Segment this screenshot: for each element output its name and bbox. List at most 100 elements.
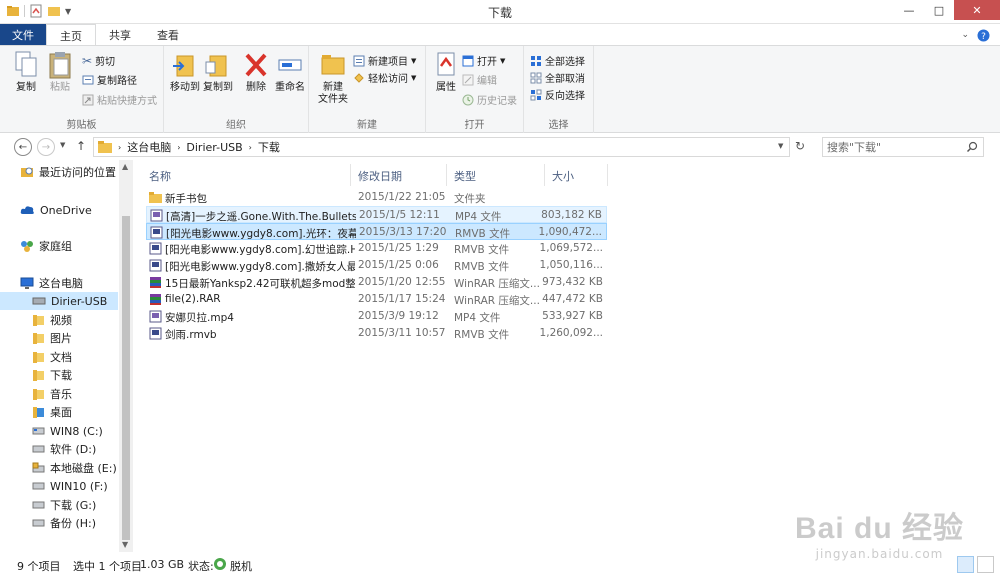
breadcrumb-separator-icon: › bbox=[177, 142, 181, 152]
file-row[interactable]: 15日最新Yanksp2.42可联机超多mod整... 2015/1/20 12… bbox=[146, 274, 607, 291]
edit-button[interactable]: 编辑 bbox=[462, 72, 497, 87]
nav-scrollbar-thumb[interactable] bbox=[122, 216, 130, 540]
properties-button[interactable]: 属性 bbox=[428, 50, 464, 94]
ribbon-help-area: ⌄ ? bbox=[961, 24, 1000, 46]
file-row[interactable]: [高清]一步之遥.Gone.With.The.Bullets.... 2015/… bbox=[146, 206, 607, 223]
breadcrumb-drive[interactable]: Dirier-USB bbox=[186, 141, 242, 154]
column-divider[interactable] bbox=[350, 164, 351, 186]
tab-view[interactable]: 查看 bbox=[144, 24, 192, 46]
file-row[interactable]: [阳光电影www.ygdy8.com].撒娇女人最... 2015/1/25 0… bbox=[146, 257, 607, 274]
file-type: RMVB 文件 bbox=[454, 244, 510, 256]
ribbon-tabs: 文件 主页 共享 查看 ⌄ ? bbox=[0, 24, 1000, 46]
history-button[interactable]: 历史记录 bbox=[462, 92, 517, 107]
select-none-icon bbox=[530, 72, 542, 83]
scroll-up-icon[interactable]: ▲ bbox=[122, 162, 128, 171]
scissors-icon: ✂ bbox=[82, 53, 93, 68]
file-size: 447,472 KB bbox=[542, 293, 603, 305]
column-header-name[interactable]: 名称 bbox=[149, 168, 171, 184]
refresh-icon[interactable]: ↻ bbox=[795, 139, 805, 153]
easy-access-button[interactable]: 轻松访问 ▼ bbox=[353, 70, 416, 85]
file-date: 2015/1/5 12:11 bbox=[359, 209, 440, 221]
move-to-icon bbox=[173, 55, 194, 77]
column-divider[interactable] bbox=[607, 164, 608, 186]
forward-button[interactable]: → bbox=[37, 138, 55, 156]
watermark-url: jingyan.baidu.com bbox=[815, 547, 944, 561]
paste-button[interactable]: 粘贴 bbox=[42, 50, 78, 94]
folder-icon bbox=[33, 314, 44, 326]
expand-ribbon-icon[interactable]: ⌄ bbox=[961, 30, 969, 40]
breadcrumb-separator-icon: › bbox=[118, 142, 122, 152]
column-divider[interactable] bbox=[446, 164, 447, 186]
nav-label: OneDrive bbox=[40, 203, 92, 217]
paste-shortcut-button[interactable]: 粘贴快捷方式 bbox=[82, 92, 157, 107]
copy-path-button[interactable]: 复制路径 bbox=[82, 72, 137, 87]
file-size: 973,432 KB bbox=[542, 276, 603, 288]
file-row[interactable]: 新手书包 2015/1/22 21:05 文件夹 bbox=[146, 189, 607, 206]
column-header-date[interactable]: 修改日期 bbox=[358, 168, 402, 184]
breadcrumb-this-pc[interactable]: 这台电脑 bbox=[127, 139, 171, 155]
nav-scrollbar[interactable]: ▲ ▼ bbox=[119, 160, 133, 552]
file-row[interactable]: [阳光电影www.ygdy8.com].幻世追踪.H... 2015/1/25 … bbox=[146, 240, 607, 257]
move-to-button[interactable]: 移动到 bbox=[167, 50, 203, 94]
close-button[interactable]: ✕ bbox=[954, 0, 1000, 20]
tab-file[interactable]: 文件 bbox=[0, 24, 46, 46]
file-row[interactable]: 安娜贝拉.mp4 2015/3/9 19:12 MP4 文件 533,927 K… bbox=[146, 308, 607, 325]
file-date: 2015/1/25 0:06 bbox=[358, 259, 439, 271]
delete-button[interactable]: 删除 bbox=[238, 50, 274, 94]
select-none-button[interactable]: 全部取消 bbox=[530, 70, 585, 85]
tab-share[interactable]: 共享 bbox=[96, 24, 144, 46]
help-icon[interactable]: ? bbox=[977, 29, 990, 42]
column-header-type[interactable]: 类型 bbox=[454, 168, 476, 184]
open-button[interactable]: 打开 ▼ bbox=[462, 53, 505, 68]
copy-to-button[interactable]: 复制到 bbox=[200, 50, 236, 94]
nav-item-dirier-usb[interactable]: Dirier-USB bbox=[0, 292, 118, 310]
video-icon bbox=[149, 242, 162, 255]
select-all-button[interactable]: 全部选择 bbox=[530, 53, 585, 68]
navigation-pane: 最近访问的位置 OneDrive 家庭组 这台电脑 Dirier-USB 视频 … bbox=[0, 160, 133, 552]
copy-button[interactable]: 复制 bbox=[8, 50, 44, 94]
file-type: MP4 文件 bbox=[455, 211, 502, 223]
file-row[interactable]: [阳光电影www.ygdy8.com].光环：夜幕.... 2015/3/13 … bbox=[146, 223, 607, 240]
drive-icon bbox=[32, 297, 46, 305]
file-size: 533,927 KB bbox=[542, 310, 603, 322]
cut-button[interactable]: ✂ 剪切 bbox=[82, 53, 116, 69]
tab-home[interactable]: 主页 bbox=[46, 24, 96, 46]
new-folder-button[interactable]: 新建 文件夹 bbox=[315, 50, 351, 106]
address-bar[interactable]: › 这台电脑 › Dirier-USB › 下载 bbox=[93, 137, 790, 157]
maximize-button[interactable]: □ bbox=[924, 0, 954, 20]
file-row[interactable]: file(2).RAR 2015/1/17 15:24 WinRAR 压缩文..… bbox=[146, 291, 607, 308]
ribbon: 复制 粘贴 ✂ 剪切 复制路径 粘贴快捷方式 剪贴板 移动到 复制到 删除 重命… bbox=[0, 45, 1000, 133]
up-arrow-icon[interactable]: ↑ bbox=[76, 139, 86, 153]
minimize-button[interactable]: — bbox=[894, 0, 924, 20]
folder-icon bbox=[33, 406, 44, 418]
new-item-button[interactable]: 新建项目 ▼ bbox=[353, 53, 416, 68]
file-name: file(2).RAR bbox=[165, 293, 221, 305]
breadcrumb-downloads[interactable]: 下载 bbox=[258, 139, 280, 155]
rename-button[interactable]: 重命名 bbox=[272, 50, 308, 94]
scroll-down-icon[interactable]: ▼ bbox=[122, 540, 128, 549]
nav-label: 下载 bbox=[50, 369, 72, 382]
column-divider[interactable] bbox=[544, 164, 545, 186]
address-row: ← → ▼ ↑ › 这台电脑 › Dirier-USB › 下载 ▼ ↻ 搜索"… bbox=[0, 134, 1000, 160]
baidu-watermark: Bai du 经验 jingyan.baidu.com bbox=[795, 503, 964, 561]
archive-icon bbox=[150, 277, 161, 288]
back-button[interactable]: ← bbox=[14, 138, 32, 156]
paste-shortcut-label: 粘贴快捷方式 bbox=[97, 96, 157, 107]
folder-icon bbox=[33, 351, 44, 363]
large-icons-view-button[interactable] bbox=[977, 556, 994, 573]
invert-selection-icon bbox=[530, 89, 542, 100]
organize-group: 移动到 复制到 删除 重命名 组织 bbox=[164, 46, 309, 133]
column-header-size[interactable]: 大小 bbox=[552, 168, 574, 184]
invert-selection-button[interactable]: 反向选择 bbox=[530, 87, 585, 102]
new-group: 新建 文件夹 新建项目 ▼ 轻松访问 ▼ 新建 bbox=[309, 46, 426, 133]
search-icon[interactable] bbox=[966, 141, 978, 153]
copy-to-icon bbox=[205, 55, 227, 77]
address-dropdown-icon[interactable]: ▼ bbox=[778, 142, 783, 150]
search-placeholder: 搜索"下载" bbox=[827, 141, 882, 154]
recent-locations-chevron-icon[interactable]: ▼ bbox=[60, 141, 65, 149]
file-name: [高清]一步之遥.Gone.With.The.Bullets.... bbox=[166, 211, 356, 223]
paste-shortcut-icon bbox=[82, 94, 94, 105]
search-input[interactable]: 搜索"下载" bbox=[822, 137, 984, 157]
cut-label: 剪切 bbox=[95, 57, 116, 68]
file-row[interactable]: 剑雨.rmvb 2015/3/11 10:57 RMVB 文件 1,260,09… bbox=[146, 325, 607, 342]
